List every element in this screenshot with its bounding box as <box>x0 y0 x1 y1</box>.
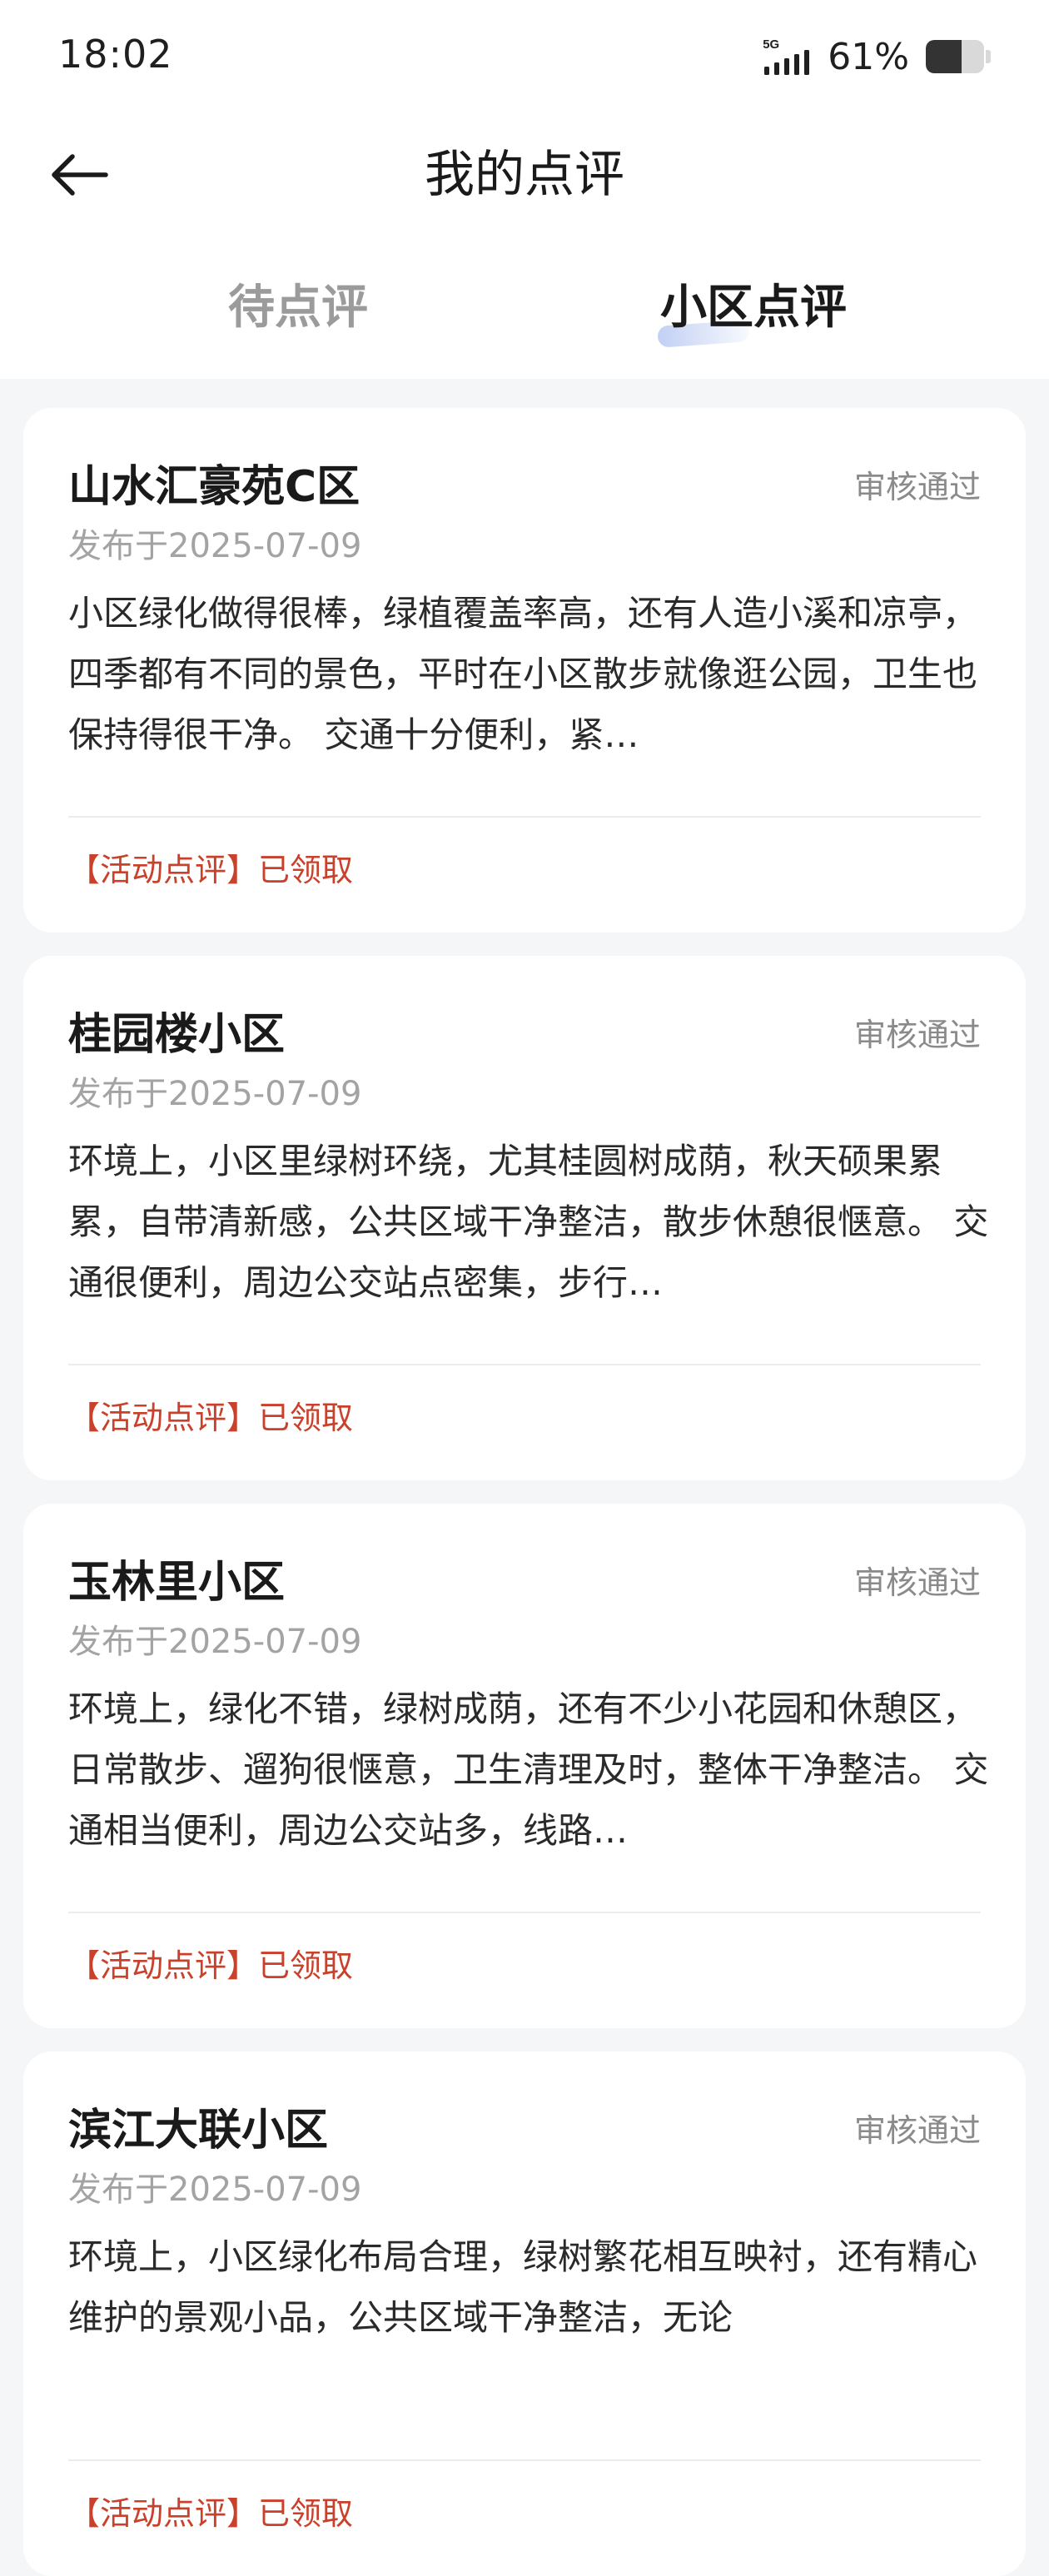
review-status: 审核通过 <box>853 1564 981 1601</box>
review-card[interactable]: 滨江大联小区 审核通过 发布于2025-07-09 环境上，小区绿化布局合理，绿… <box>23 2051 1026 2576</box>
review-status: 审核通过 <box>853 1017 981 1053</box>
review-content: 环境上，绿化不错，绿树成荫，还有不少小花园和休憩区，日常散步、遛狗很惬意，卫生清… <box>68 1688 989 1851</box>
publish-date: 发布于2025-07-09 <box>68 527 362 565</box>
publish-date: 发布于2025-07-09 <box>68 1075 362 1113</box>
battery-fill <box>926 40 962 73</box>
community-name: 山水汇豪苑C区 <box>68 462 360 512</box>
header-area: 18:02 5G 61% 我的点评 待点评 小区点评 <box>0 0 1049 379</box>
review-status: 审核通过 <box>853 2112 981 2149</box>
tab-pending-review[interactable]: 待点评 <box>148 266 448 358</box>
battery-icon <box>926 40 984 73</box>
status-bar: 18:02 5G 61% <box>0 0 1049 117</box>
review-content: 环境上，小区里绿树环绕，尤其桂圆树成荫，秋天硕果累累，自带清新感，公共区域干净整… <box>68 1141 989 1303</box>
status-indicators: 5G 61% <box>763 33 991 80</box>
nav-bar: 我的点评 <box>0 125 1049 225</box>
community-name: 玉林里小区 <box>68 1558 286 1608</box>
battery-percent: 61% <box>828 35 909 78</box>
signal-icon: 5G <box>763 38 816 75</box>
review-card[interactable]: 玉林里小区 审核通过 发布于2025-07-09 环境上，绿化不错，绿树成荫，还… <box>23 1504 1026 2028</box>
card-divider <box>68 816 981 818</box>
review-card[interactable]: 桂园楼小区 审核通过 发布于2025-07-09 环境上，小区里绿树环绕，尤其桂… <box>23 956 1026 1480</box>
battery-cap <box>986 50 991 63</box>
card-divider <box>68 2459 981 2461</box>
reward-status[interactable]: 【活动点评】已领取 <box>68 2493 353 2534</box>
publish-date: 发布于2025-07-09 <box>68 2171 362 2209</box>
review-status: 审核通过 <box>853 469 981 505</box>
signal-bars-icon <box>764 50 810 75</box>
community-name: 滨江大联小区 <box>68 2106 329 2156</box>
reward-status[interactable]: 【活动点评】已领取 <box>68 849 353 891</box>
reward-status[interactable]: 【活动点评】已领取 <box>68 1397 353 1439</box>
publish-date: 发布于2025-07-09 <box>68 1623 362 1661</box>
tab-bar: 待点评 小区点评 <box>0 266 1049 358</box>
review-content: 小区绿化做得很棒，绿植覆盖率高，还有人造小溪和凉亭，四季都有不同的景色，平时在小… <box>68 593 978 755</box>
card-divider <box>68 1364 981 1365</box>
card-divider <box>68 1912 981 1913</box>
review-content: 环境上，小区绿化布局合理，绿树繁花相互映衬，还有精心维护的景观小品，公共区域干净… <box>68 2236 978 2338</box>
community-name: 桂园楼小区 <box>68 1010 286 1060</box>
page-title: 我的点评 <box>425 146 624 204</box>
tab-community-review[interactable]: 小区点评 <box>604 266 903 358</box>
reward-status[interactable]: 【活动点评】已领取 <box>68 1945 353 1987</box>
review-card[interactable]: 山水汇豪苑C区 审核通过 发布于2025-07-09 小区绿化做得很棒，绿植覆盖… <box>23 408 1026 932</box>
status-time: 18:02 <box>58 32 173 77</box>
